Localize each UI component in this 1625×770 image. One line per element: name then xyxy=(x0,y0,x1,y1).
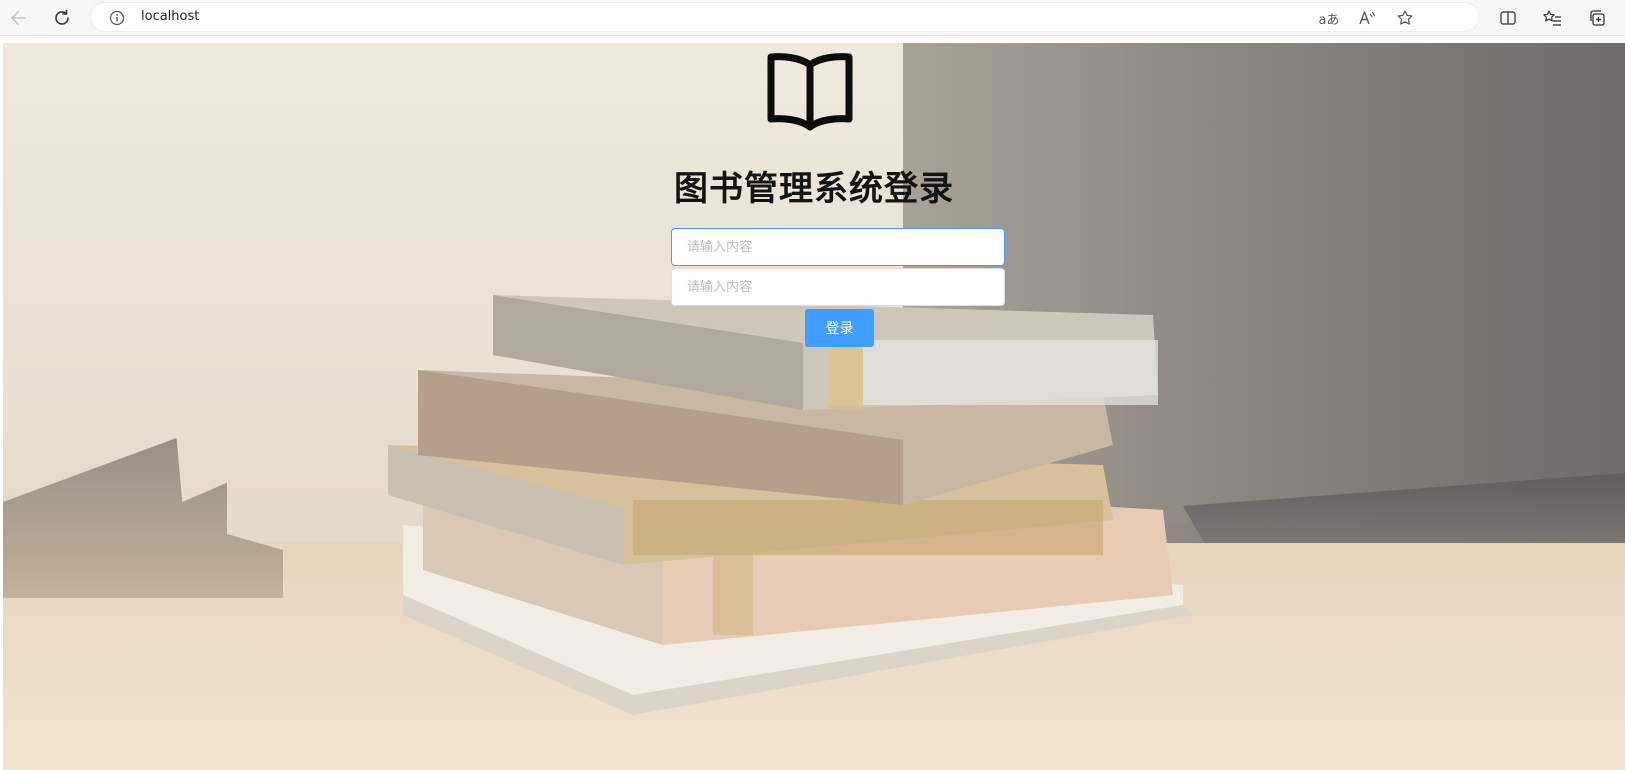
password-input[interactable] xyxy=(671,268,1005,306)
read-aloud-button[interactable] xyxy=(1355,6,1379,30)
arrow-left-icon xyxy=(11,11,26,25)
read-aloud-icon xyxy=(1359,11,1376,25)
translate-button[interactable]: aあ xyxy=(1317,6,1341,30)
star-icon xyxy=(1397,10,1413,25)
url-text[interactable]: localhost xyxy=(141,9,199,24)
username-input[interactable] xyxy=(671,228,1005,266)
translate-icon: aあ xyxy=(1318,12,1340,28)
login-page: 图书管理系统登录 登录 xyxy=(3,43,1625,770)
split-screen-button[interactable] xyxy=(1495,5,1521,31)
info-icon[interactable] xyxy=(109,10,125,26)
collections-button[interactable] xyxy=(1584,5,1610,31)
favorites-button[interactable] xyxy=(1539,5,1565,31)
login-form: 图书管理系统登录 登录 xyxy=(3,43,1625,770)
page-title: 图书管理系统登录 xyxy=(674,169,954,209)
browser-toolbar: localhost aあ xyxy=(0,0,1625,36)
login-button[interactable]: 登录 xyxy=(805,309,874,347)
reload-button[interactable] xyxy=(49,5,75,31)
favorites-list-icon xyxy=(1543,10,1561,26)
open-book-icon xyxy=(767,53,853,131)
collections-icon xyxy=(1590,10,1605,26)
address-bar[interactable]: localhost aあ xyxy=(90,2,1480,32)
favorite-button[interactable] xyxy=(1393,6,1417,30)
split-screen-icon xyxy=(1500,11,1516,25)
back-button[interactable] xyxy=(6,5,32,31)
reload-icon xyxy=(55,9,69,25)
